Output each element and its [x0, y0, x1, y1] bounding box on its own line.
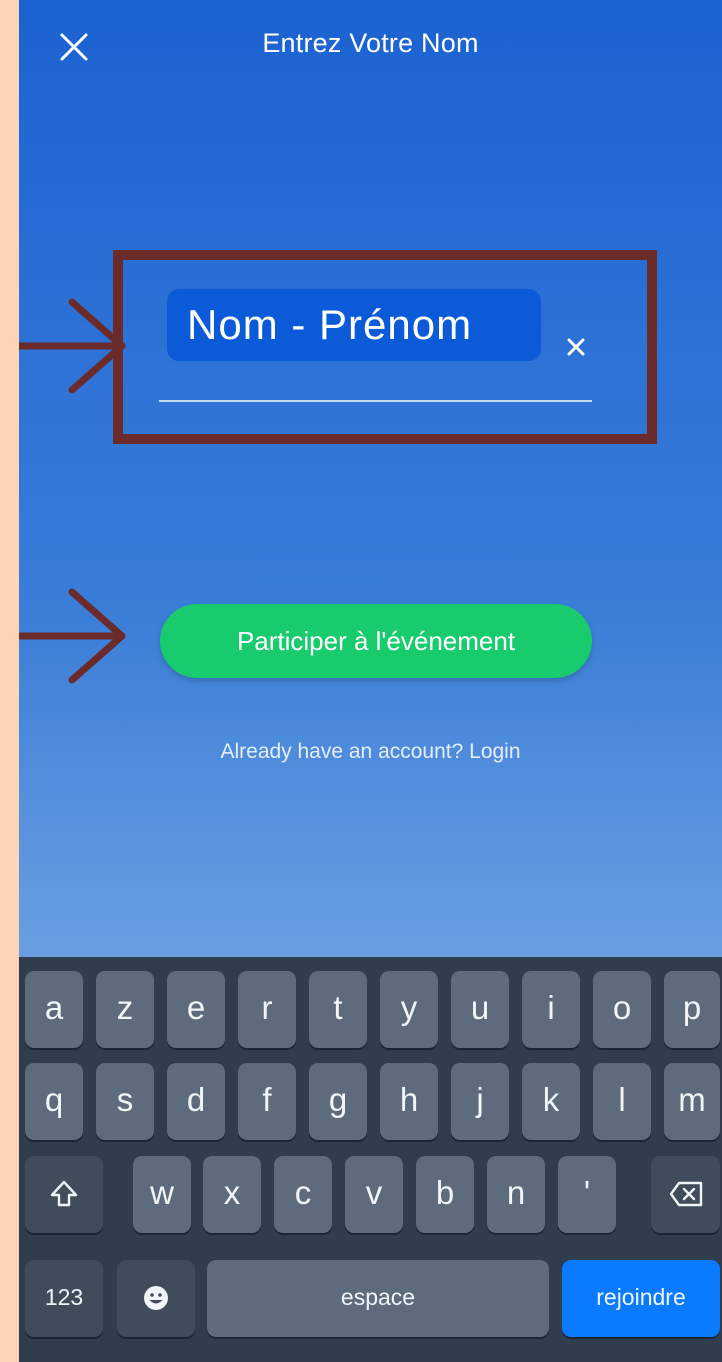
key-e[interactable]: e: [167, 971, 225, 1048]
key-s[interactable]: s: [96, 1063, 154, 1140]
keyboard: a z e r t y u i o p q s d f g h j k l m …: [19, 957, 722, 1362]
key-i[interactable]: i: [522, 971, 580, 1048]
key-v[interactable]: v: [345, 1156, 403, 1233]
page-title: Entrez Votre Nom: [262, 28, 479, 58]
backspace-icon: [669, 1181, 702, 1207]
clear-icon: [567, 338, 585, 356]
shift-key[interactable]: [25, 1156, 103, 1233]
key-u[interactable]: u: [451, 971, 509, 1048]
shift-icon: [50, 1180, 78, 1207]
top-bar: Entrez Votre Nom: [19, 0, 722, 90]
key-n[interactable]: n: [487, 1156, 545, 1233]
clear-button[interactable]: [563, 334, 589, 360]
backspace-key[interactable]: [651, 1156, 720, 1233]
key-p[interactable]: p: [664, 971, 720, 1048]
key-z[interactable]: z: [96, 971, 154, 1048]
key-w[interactable]: w: [133, 1156, 191, 1233]
return-key[interactable]: rejoindre: [562, 1260, 720, 1337]
join-event-button[interactable]: Participer à l'événement: [160, 604, 592, 678]
key-m[interactable]: m: [664, 1063, 720, 1140]
key-k[interactable]: k: [522, 1063, 580, 1140]
key-d[interactable]: d: [167, 1063, 225, 1140]
phone-screen: Entrez Votre Nom Nom - Prénom Participer…: [19, 0, 722, 1362]
key-c[interactable]: c: [274, 1156, 332, 1233]
key-j[interactable]: j: [451, 1063, 509, 1140]
numbers-key[interactable]: 123: [25, 1260, 103, 1337]
space-key[interactable]: espace: [207, 1260, 549, 1337]
login-link[interactable]: Already have an account? Login: [19, 740, 722, 764]
key-l[interactable]: l: [593, 1063, 651, 1140]
name-field[interactable]: Nom - Prénom: [159, 288, 594, 408]
key-a[interactable]: a: [25, 971, 83, 1048]
key-g[interactable]: g: [309, 1063, 367, 1140]
key-b[interactable]: b: [416, 1156, 474, 1233]
key-r[interactable]: r: [238, 971, 296, 1048]
key-apostrophe[interactable]: ': [558, 1156, 616, 1233]
arrow-right-icon: [19, 588, 126, 684]
key-h[interactable]: h: [380, 1063, 438, 1140]
emoji-icon: [144, 1286, 168, 1310]
arrow-right-icon: [19, 298, 126, 394]
key-t[interactable]: t: [309, 971, 367, 1048]
key-q[interactable]: q: [25, 1063, 83, 1140]
key-y[interactable]: y: [380, 971, 438, 1048]
key-x[interactable]: x: [203, 1156, 261, 1233]
emoji-key[interactable]: [117, 1260, 195, 1337]
name-field-value[interactable]: Nom - Prénom: [167, 289, 541, 361]
key-f[interactable]: f: [238, 1063, 296, 1140]
field-underline: [159, 400, 592, 402]
key-o[interactable]: o: [593, 971, 651, 1048]
